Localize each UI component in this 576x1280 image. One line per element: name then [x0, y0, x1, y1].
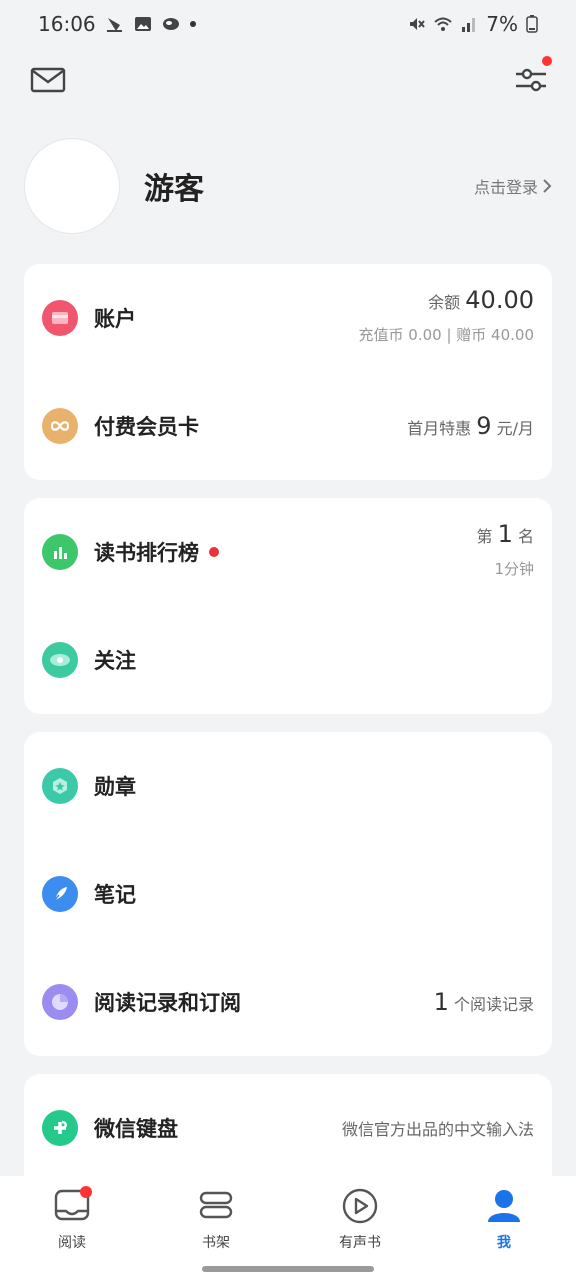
ranking-row[interactable]: 读书排行榜 第 1 名 1分钟 — [24, 498, 552, 606]
history-row[interactable]: 阅读记录和订阅 1 个阅读记录 — [24, 948, 552, 1056]
notes-label: 笔记 — [94, 883, 136, 907]
nav-tab-reading[interactable]: 阅读 — [0, 1176, 144, 1280]
status-left: 16:06 — [38, 12, 196, 36]
history-count-suffix: 个阅读记录 — [453, 995, 534, 1014]
rank-value: 1 — [497, 519, 513, 548]
wechat-keyboard-icon — [42, 1110, 78, 1146]
balance-value: 40.00 — [465, 285, 534, 314]
history-label: 阅读记录和订阅 — [94, 991, 241, 1015]
chevron-right-icon — [543, 179, 552, 193]
notes-row[interactable]: 笔记 — [24, 840, 552, 948]
history-count-value: 1 — [433, 988, 449, 1016]
signal-icon — [462, 18, 476, 32]
mute-icon — [410, 18, 426, 30]
social-card: 读书排行榜 第 1 名 1分钟 关注 — [24, 498, 552, 714]
badge-label: 勋章 — [94, 775, 136, 799]
wifi-icon — [434, 17, 452, 31]
home-indicator[interactable] — [202, 1266, 374, 1272]
nav-label-bookshelf: 书架 — [202, 1235, 230, 1251]
membership-promo: 首月特惠 9 元/月 — [407, 412, 534, 440]
mail-icon[interactable] — [30, 66, 66, 94]
follow-row[interactable]: 关注 — [24, 606, 552, 714]
top-bar — [0, 56, 576, 108]
balance-label: 余额 — [428, 292, 461, 312]
login-label: 点击登录 — [473, 178, 538, 197]
account-label: 账户 — [94, 307, 136, 331]
account-icon — [42, 300, 78, 336]
follow-label: 关注 — [94, 649, 136, 673]
account-balance: 余额 40.00 充值币 0.00 | 赠币 40.00 — [359, 286, 534, 345]
status-bar: 16:06 7% — [0, 0, 576, 48]
profile-header: 游客 点击登录 — [24, 138, 552, 234]
coin-detail: 充值币 0.00 | 赠币 40.00 — [358, 325, 534, 344]
history-count: 1 个阅读记录 — [434, 988, 534, 1016]
rank-prefix: 第 — [476, 526, 493, 546]
nav-tab-audiobook[interactable]: 有声书 — [288, 1176, 432, 1280]
ranking-bar-chart-icon — [42, 534, 78, 570]
eye-icon — [42, 642, 78, 678]
status-right: 7% — [408, 12, 538, 36]
bookshelf-icon — [196, 1186, 236, 1226]
membership-row[interactable]: 付费会员卡 首月特惠 9 元/月 — [24, 372, 552, 480]
nav-label-reading: 阅读 — [58, 1235, 86, 1251]
membership-label: 付费会员卡 — [94, 415, 199, 439]
keyboard-row[interactable]: 微信键盘 微信官方出品的中文输入法 — [24, 1074, 552, 1182]
promo-value: 9 — [476, 412, 492, 440]
feather-pen-icon — [42, 876, 78, 912]
login-link[interactable]: 点击登录 — [474, 174, 552, 198]
medal-icon — [42, 768, 78, 804]
promo-suffix: 元/月 — [496, 419, 534, 438]
username: 游客 — [144, 172, 204, 207]
settings-sliders-icon[interactable] — [514, 64, 548, 96]
user-icon — [484, 1186, 524, 1226]
keyboard-label: 微信键盘 — [94, 1117, 178, 1141]
ranking-info: 第 1 名 1分钟 — [477, 520, 535, 579]
nav-label-audiobook: 有声书 — [339, 1235, 381, 1251]
play-circle-icon — [340, 1186, 380, 1226]
ranking-time: 1分钟 — [494, 559, 534, 578]
rank-suffix: 名 — [517, 526, 534, 546]
notification-app-icon — [106, 18, 122, 32]
clock: 16:06 — [38, 12, 96, 36]
infinity-icon — [42, 408, 78, 444]
wallet-card: 账户 余额 40.00 充值币 0.00 | 赠币 40.00 付费会员卡 首月… — [24, 264, 552, 480]
bottom-nav: 阅读 书架 有声书 我 — [0, 1176, 576, 1280]
account-row[interactable]: 账户 余额 40.00 充值币 0.00 | 赠币 40.00 — [24, 264, 552, 372]
reading-card: 勋章 笔记 阅读记录和订阅 1 个阅读记录 — [24, 732, 552, 1056]
app-notification-icon — [162, 18, 179, 30]
keyboard-description: 微信官方出品的中文输入法 — [341, 1120, 534, 1139]
gallery-icon — [134, 17, 151, 31]
settings-notification-dot — [542, 56, 552, 66]
promo-prefix: 首月特惠 — [407, 419, 472, 438]
battery-icon — [526, 15, 538, 33]
more-notifications-dot — [189, 21, 196, 27]
ranking-new-dot — [209, 547, 219, 557]
reading-notification-dot — [80, 1186, 92, 1198]
nav-label-me: 我 — [497, 1235, 511, 1251]
battery-percent: 7% — [486, 12, 518, 36]
badge-row[interactable]: 勋章 — [24, 732, 552, 840]
clock-pie-icon — [42, 984, 78, 1020]
avatar[interactable] — [24, 138, 120, 234]
nav-tab-bookshelf[interactable]: 书架 — [144, 1176, 288, 1280]
nav-tab-me[interactable]: 我 — [432, 1176, 576, 1280]
ranking-label: 读书排行榜 — [94, 541, 199, 565]
